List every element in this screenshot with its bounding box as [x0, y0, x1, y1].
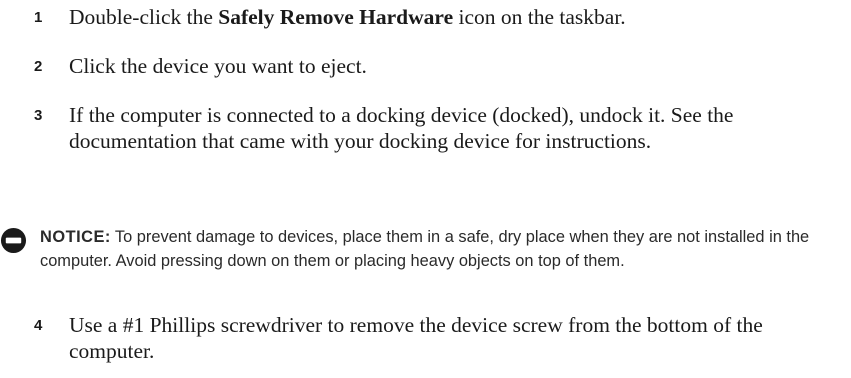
notice-body: To prevent damage to devices, place them… — [40, 228, 810, 270]
step-text: Click the device you want to eject. — [69, 54, 367, 78]
step-text: If the computer is connected to a dockin… — [69, 103, 734, 153]
safely-remove-hardware-label: Safely Remove Hardware — [218, 5, 454, 29]
step-number: 3 — [34, 107, 43, 124]
notice-text: NOTICE: To prevent damage to devices, pla… — [40, 225, 845, 273]
notice-label: NOTICE: — [40, 228, 111, 246]
step-number: 4 — [34, 317, 43, 334]
step-number: 1 — [34, 9, 43, 26]
notice-icon — [0, 227, 27, 254]
step-number: 2 — [34, 58, 43, 75]
step-text: Use a #1 Phillips screwdriver to remove … — [69, 313, 763, 363]
step-text: Double-click the Safely Remove Hardware … — [69, 5, 626, 29]
